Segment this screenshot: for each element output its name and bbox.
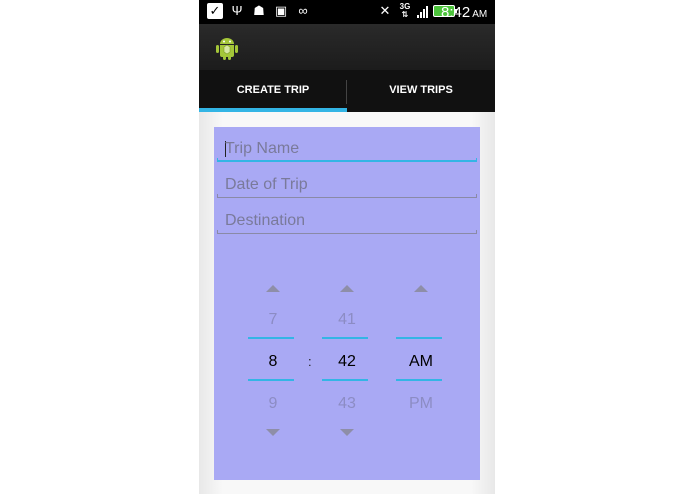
hour-selection-line-top <box>248 337 294 339</box>
minute-next-value[interactable]: 43 <box>318 395 376 413</box>
tab-create-trip-label: CREATE TRIP <box>236 84 310 96</box>
minute-selection-line-bottom <box>322 379 368 381</box>
android-debug-icon: ☗ <box>253 3 265 18</box>
network-label: 3G <box>399 2 411 11</box>
voicemail-icon: ∞ <box>298 3 308 18</box>
destination-underline <box>217 230 477 234</box>
minute-selection-line-top <box>322 337 368 339</box>
tab-view-trips[interactable]: VIEW TRIPS <box>347 70 495 112</box>
trip-form-panel: Trip Name Date of Trip Destination 7 8 9 <box>214 127 480 480</box>
data-sync-icon: ✕ <box>379 3 391 18</box>
ampm-selection-line-top <box>396 337 442 339</box>
hour-down-arrow-icon[interactable] <box>266 429 280 436</box>
date-of-trip-placeholder: Date of Trip <box>225 176 308 193</box>
check-icon: ✓ <box>207 3 223 19</box>
3g-icon: 3G ⇅ <box>399 2 411 19</box>
hour-current-value[interactable]: 8 <box>244 353 302 371</box>
hour-picker: 7 8 9 <box>244 267 302 467</box>
minute-down-arrow-icon[interactable] <box>340 429 354 436</box>
phone-screen: ✓ Ψ ☗ ▣ ∞ ✕ 3G ⇅ 8:42 AM CREATE TRIP VIE… <box>199 0 495 494</box>
trip-name-field[interactable]: Trip Name <box>217 133 477 163</box>
status-bar: ✓ Ψ ☗ ▣ ∞ ✕ 3G ⇅ 8:42 AM <box>199 0 495 24</box>
ampm-current-value[interactable]: AM <box>392 353 450 371</box>
minute-up-arrow-icon[interactable] <box>340 285 354 292</box>
destination-placeholder: Destination <box>225 212 306 229</box>
hour-prev-value[interactable]: 7 <box>244 311 302 329</box>
destination-field[interactable]: Destination <box>217 205 477 235</box>
ampm-picker: AM PM <box>392 267 450 467</box>
image-icon: ▣ <box>274 3 288 18</box>
android-app-icon[interactable] <box>213 33 241 61</box>
hour-up-arrow-icon[interactable] <box>266 285 280 292</box>
signal-icon <box>417 4 428 18</box>
clock-ampm: AM <box>472 9 488 20</box>
status-time: 8:42 AM <box>441 4 487 21</box>
hour-next-value[interactable]: 9 <box>244 395 302 413</box>
tab-create-trip[interactable]: CREATE TRIP <box>199 70 347 112</box>
date-of-trip-underline <box>217 194 477 198</box>
minute-prev-value[interactable]: 41 <box>318 311 376 329</box>
tab-bar: CREATE TRIP VIEW TRIPS <box>199 70 495 112</box>
usb-icon: Ψ <box>231 3 243 18</box>
content-area: Trip Name Date of Trip Destination 7 8 9 <box>199 112 495 494</box>
trip-name-underline <box>217 158 477 162</box>
minute-picker: 41 42 43 <box>318 267 376 467</box>
status-icons-left: ✓ Ψ ☗ ▣ ∞ <box>207 3 311 19</box>
date-of-trip-field[interactable]: Date of Trip <box>217 169 477 199</box>
ampm-up-arrow-icon[interactable] <box>414 285 428 292</box>
clock-time: 8:42 <box>441 4 471 21</box>
tab-view-trips-label: VIEW TRIPS <box>389 84 453 96</box>
hour-selection-line-bottom <box>248 379 294 381</box>
minute-current-value[interactable]: 42 <box>318 353 376 371</box>
time-separator: : <box>308 354 312 369</box>
action-bar <box>199 24 495 70</box>
ampm-next-value[interactable]: PM <box>392 395 450 413</box>
tab-divider <box>346 80 347 104</box>
ampm-selection-line-bottom <box>396 379 442 381</box>
